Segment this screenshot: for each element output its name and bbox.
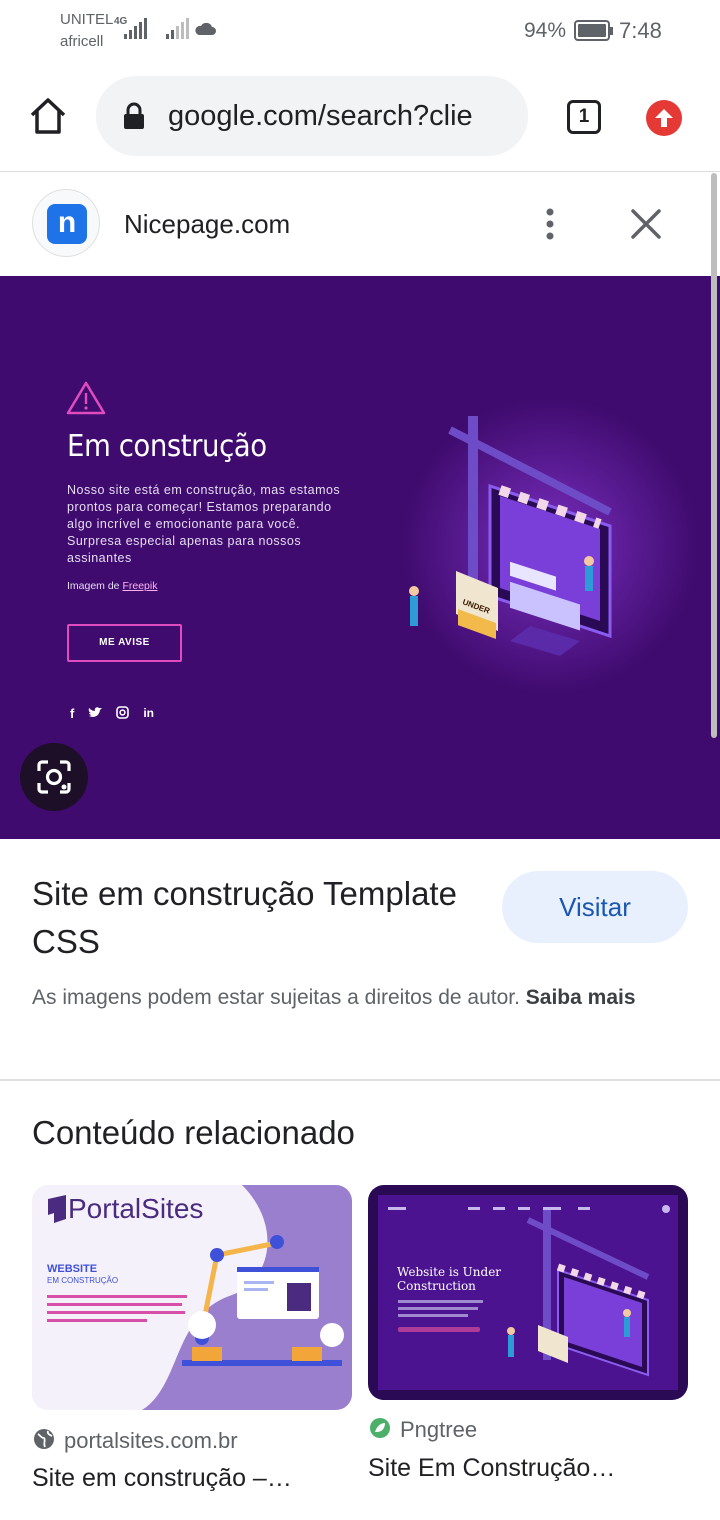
related-caption-2[interactable]: Site Em Construção… <box>368 1454 615 1483</box>
browser-toolbar: google.com/search?clie 1 <box>0 64 720 172</box>
site-name[interactable]: Nicepage.com <box>124 209 290 240</box>
notify-me-button[interactable]: ME AVISE <box>67 624 182 662</box>
signal-icon <box>124 18 147 39</box>
thumb-title: WEBSITE <box>47 1263 98 1275</box>
related-thumbnail-portalsites[interactable]: PortalSites WEBSITE EM CONSTRUÇÃO <box>32 1185 352 1410</box>
divider <box>0 1079 720 1081</box>
google-lens-button[interactable] <box>20 743 88 811</box>
pngtree-favicon <box>370 1418 390 1438</box>
nicepage-logo: n <box>47 204 87 244</box>
warning-icon <box>66 381 106 415</box>
signal-icon-secondary <box>166 18 189 39</box>
related-source-1[interactable]: portalsites.com.br <box>64 1428 238 1454</box>
update-button[interactable] <box>646 100 682 136</box>
portalsites-logo-icon <box>48 1195 66 1223</box>
freepik-link[interactable]: Freepik <box>122 580 157 592</box>
carrier-name: UNITEL <box>60 11 114 28</box>
construction-illustration: UNDER <box>409 416 612 656</box>
hero-description: Nosso site está em construção, mas estam… <box>67 483 341 565</box>
visit-button[interactable]: Visitar <box>502 871 688 943</box>
thumb-subtitle: EM CONSTRUÇÃO <box>47 1276 119 1285</box>
related-source-2[interactable]: Pngtree <box>400 1417 477 1443</box>
status-bar: UNITEL africell 4G 94% 7:48 <box>0 0 720 64</box>
image-viewer-header: n Nicepage.com <box>0 173 720 276</box>
linkedin-icon[interactable]: in <box>143 706 154 721</box>
hero-title: Em construção <box>67 429 267 464</box>
tab-switcher-button[interactable]: 1 <box>567 100 601 134</box>
url-text[interactable]: google.com/search?clie <box>168 100 473 133</box>
related-thumbnail-pngtree[interactable]: Website is Under Construction <box>368 1185 688 1400</box>
arrow-up-icon <box>655 109 673 127</box>
close-icon[interactable] <box>630 208 662 240</box>
facebook-icon[interactable]: f <box>70 706 74 721</box>
instagram-icon[interactable] <box>116 706 130 719</box>
thumb-title: Website is Under Construction <box>397 1265 502 1293</box>
portalsites-brand: PortalSites <box>68 1193 204 1224</box>
lock-icon <box>124 102 144 129</box>
cloud-icon <box>195 22 216 35</box>
result-title[interactable]: Site em construção Template CSS <box>32 870 472 966</box>
battery-icon <box>574 20 613 41</box>
address-bar[interactable]: google.com/search?clie <box>96 76 528 156</box>
image-credit: Imagem de Freepik <box>67 580 157 592</box>
battery-percent: 94% <box>524 19 567 42</box>
twitter-icon[interactable] <box>88 706 103 719</box>
scrollbar[interactable] <box>711 173 717 738</box>
globe-icon <box>34 1429 54 1449</box>
site-favicon: n <box>32 189 100 257</box>
copyright-notice: As imagens podem estar sujeitas a direit… <box>32 981 682 1014</box>
social-links: f in <box>70 706 154 721</box>
carrier-name-secondary: africell <box>60 33 104 50</box>
related-caption-1[interactable]: Site em construção –… <box>32 1464 292 1493</box>
image-preview[interactable]: Em construção Nosso site está em constru… <box>0 276 720 839</box>
home-icon[interactable] <box>28 96 68 136</box>
related-content-heading: Conteúdo relacionado <box>32 1114 355 1151</box>
lens-icon <box>37 760 71 794</box>
more-options-icon[interactable] <box>540 207 560 243</box>
credit-prefix: Imagem de <box>67 580 120 592</box>
clock: 7:48 <box>619 18 662 43</box>
learn-more-link[interactable]: Saiba mais <box>526 986 636 1009</box>
copyright-text: As imagens podem estar sujeitas a direit… <box>32 986 520 1009</box>
